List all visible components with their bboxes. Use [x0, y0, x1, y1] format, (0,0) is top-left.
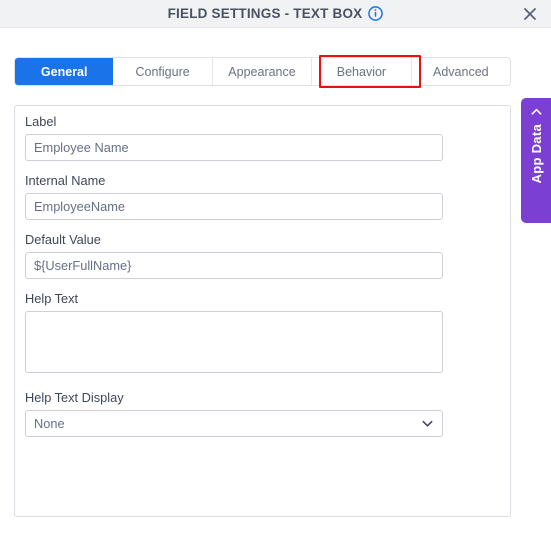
chevron-left-icon [530, 105, 543, 118]
default-value-input[interactable] [25, 252, 443, 279]
general-tab-panel: Label Internal Name Default Value Help T… [14, 105, 511, 517]
help-text-display-select-wrap: None [25, 410, 443, 437]
help-text-textarea[interactable] [25, 311, 443, 373]
tab-appearance[interactable]: Appearance [212, 58, 313, 85]
tab-advanced[interactable]: Advanced [411, 58, 510, 85]
close-icon[interactable] [519, 4, 541, 24]
internal-name-label: Internal Name [25, 173, 106, 188]
tab-configure[interactable]: Configure [113, 58, 213, 85]
settings-form: Label Internal Name Default Value Help T… [25, 114, 445, 437]
app-data-side-panel-toggle[interactable]: App Data [521, 98, 551, 223]
label-field-label: Label [25, 114, 57, 129]
dialog-title-group: FIELD SETTINGS - TEXT BOX [0, 0, 551, 27]
info-circle-icon[interactable] [368, 6, 384, 21]
help-text-display-select[interactable]: None [25, 410, 443, 437]
default-value-label: Default Value [25, 232, 101, 247]
settings-tab-bar: General Configure Appearance Behavior Ad… [14, 57, 511, 86]
help-text-display-label: Help Text Display [25, 390, 124, 405]
help-text-label: Help Text [25, 291, 79, 306]
label-input[interactable] [25, 134, 443, 161]
tab-behavior[interactable]: Behavior [312, 58, 412, 85]
tab-general[interactable]: General [15, 58, 114, 85]
internal-name-input[interactable] [25, 193, 443, 220]
app-data-label: App Data [528, 124, 544, 184]
dialog-header: FIELD SETTINGS - TEXT BOX [0, 0, 551, 28]
page-title: FIELD SETTINGS - TEXT BOX [167, 6, 363, 21]
field-settings-dialog: FIELD SETTINGS - TEXT BOX General Config… [0, 0, 551, 543]
